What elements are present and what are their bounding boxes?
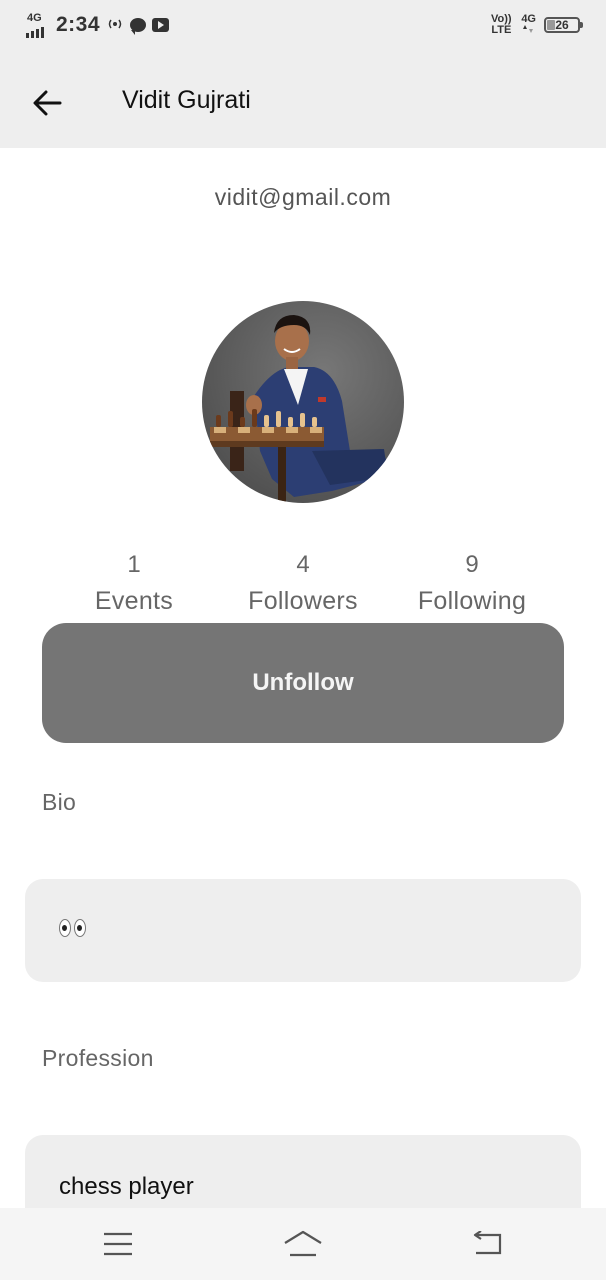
system-nav-bar [0,1208,606,1280]
stat-following[interactable]: 9 Following [382,549,562,621]
bio-label: Bio [42,789,77,815]
profession-value: chess player [59,1173,194,1200]
profession-label: Profession [42,1045,154,1071]
stat-events[interactable]: 1 Events [44,549,224,621]
battery-level [547,20,556,30]
eyes-emoji [59,919,86,937]
home-icon [284,1230,322,1257]
data-type-indicator: 4G [521,14,536,36]
status-bar-left: 4G 2:34 [26,12,170,38]
status-time: 2:34 [56,13,101,36]
chat-icon [130,18,147,35]
youtube-icon [152,18,170,32]
menu-button[interactable] [94,1222,142,1266]
profile-email: vidit@gmail.com [214,184,392,210]
page-title: Vidit Gujrati [122,86,251,114]
status-bar: 4G 2:34 Vo)) LTE 4G 26 [0,0,606,56]
status-bar-right: Vo)) LTE 4G 26 [489,13,583,36]
stat-followers[interactable]: 4 Followers [213,549,393,621]
app-bar: Vidit Gujrati [0,56,606,148]
avatar [202,301,404,503]
menu-icon [104,1232,132,1256]
stat-followers-count: 4 [296,551,310,578]
volte-indicator: Vo)) LTE [491,13,512,36]
hotspot-icon [106,16,124,35]
home-button[interactable] [279,1222,327,1266]
arrow-left-icon [33,90,62,116]
bio-field[interactable] [25,879,581,982]
stat-followers-label: Followers [248,587,358,615]
back-button[interactable] [24,80,70,126]
battery-percent: 26 [555,18,569,32]
back-icon [473,1231,502,1255]
stat-events-label: Events [94,587,174,615]
unfollow-button[interactable]: Unfollow [42,623,564,743]
stat-following-count: 9 [465,551,479,578]
back-nav-button[interactable] [464,1222,512,1266]
profile-screen: 4G 2:34 Vo)) LTE 4G 26 Vidit Gujrati vid… [0,0,606,1280]
signal-icon: 4G [26,12,50,38]
battery-icon: 26 [544,17,583,33]
stat-following-label: Following [417,587,527,615]
stat-events-count: 1 [127,551,141,578]
profile-stats: 1 Events 4 Followers 9 Following [50,549,556,623]
